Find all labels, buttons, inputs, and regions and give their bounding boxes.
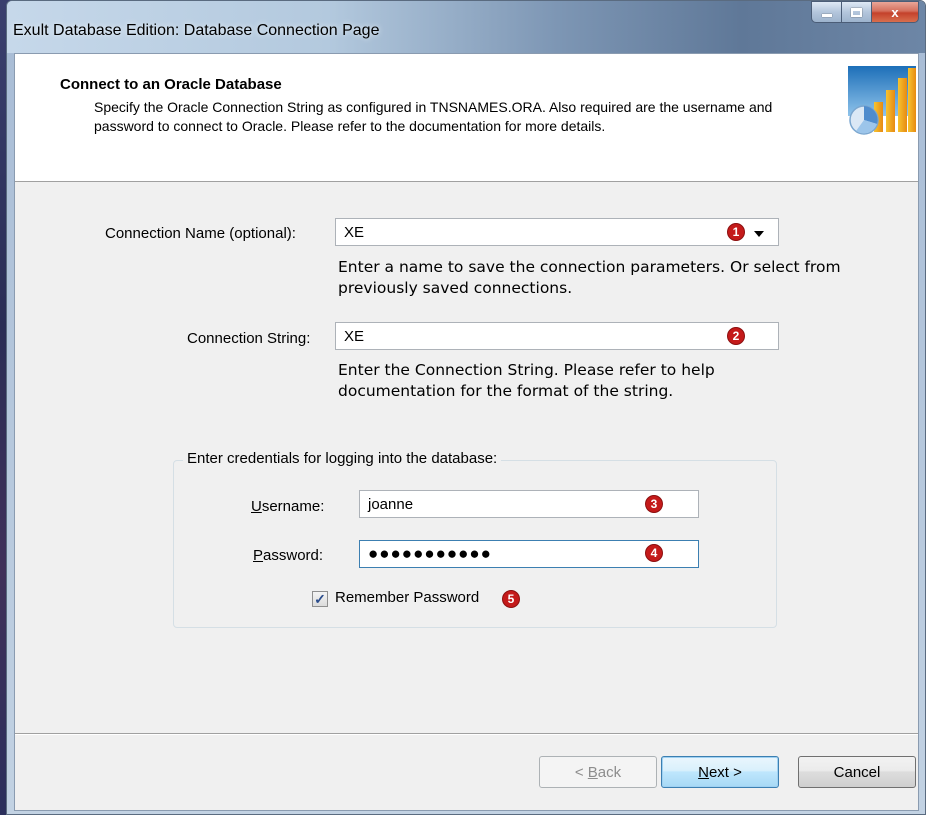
- badge-3: 3: [645, 495, 663, 513]
- badge-1: 1: [727, 223, 745, 241]
- badge-4: 4: [645, 544, 663, 562]
- dialog-client-area: Connect to an Oracle Database Specify th…: [14, 53, 919, 811]
- next-button-rest: ext >: [708, 763, 742, 781]
- page-description: Specify the Oracle Connection String as …: [94, 99, 773, 134]
- remember-password-checkbox[interactable]: ✓: [312, 591, 328, 607]
- chart-wizard-logo-icon: [844, 64, 916, 142]
- caption-buttons: x: [811, 1, 919, 25]
- back-button-rest: ack: [597, 763, 622, 781]
- close-icon: x: [891, 4, 899, 20]
- dialog-window: Exult Database Edition: Database Connect…: [6, 0, 926, 815]
- close-button[interactable]: x: [871, 1, 919, 23]
- username-value: joanne: [368, 496, 414, 513]
- connection-string-value: XE: [344, 328, 365, 345]
- window-title: Exult Database Edition: Database Connect…: [13, 22, 380, 39]
- chevron-down-icon[interactable]: [754, 231, 764, 237]
- wizard-header: Connect to an Oracle Database Specify th…: [15, 54, 918, 182]
- page-title: Connect to an Oracle Database: [60, 76, 282, 93]
- connection-string-hint: Enter the Connection String. Please refe…: [338, 361, 715, 400]
- connection-string-input[interactable]: XE: [335, 322, 779, 350]
- username-label-accel: U: [251, 498, 262, 515]
- connection-name-combobox[interactable]: XE: [335, 218, 779, 246]
- cancel-button[interactable]: Cancel: [798, 756, 916, 788]
- connection-string-label: Connection String:: [187, 330, 311, 347]
- username-label-rest: sername:: [261, 498, 325, 515]
- footer-separator: [15, 733, 918, 735]
- badge-2: 2: [727, 327, 745, 345]
- back-button[interactable]: < Back: [539, 756, 657, 788]
- username-label: Username:: [251, 498, 324, 515]
- password-label-rest: assword:: [263, 547, 324, 564]
- connection-name-value: XE: [344, 224, 365, 241]
- next-button[interactable]: Next >: [661, 756, 779, 788]
- minimize-icon: [821, 14, 832, 17]
- connection-name-hint: Enter a name to save the connection para…: [338, 258, 841, 297]
- checkmark-icon: ✓: [314, 591, 326, 607]
- password-value: ●●●●●●●●●●●: [368, 544, 492, 563]
- minimize-button[interactable]: [811, 1, 841, 23]
- connection-name-label: Connection Name (optional):: [105, 225, 296, 242]
- back-button-accel: B: [587, 763, 598, 781]
- password-label-accel: P: [253, 547, 264, 564]
- password-label: Password:: [253, 547, 323, 564]
- title-bar[interactable]: Exult Database Edition: Database Connect…: [7, 1, 925, 53]
- back-button-prefix: <: [574, 763, 588, 781]
- remember-password-label[interactable]: Remember Password: [335, 589, 479, 606]
- credentials-group-label: Enter credentials for logging into the d…: [183, 450, 502, 467]
- maximize-icon: [851, 7, 862, 17]
- next-button-accel: N: [698, 763, 709, 781]
- maximize-button[interactable]: [841, 1, 871, 23]
- badge-5: 5: [502, 590, 520, 608]
